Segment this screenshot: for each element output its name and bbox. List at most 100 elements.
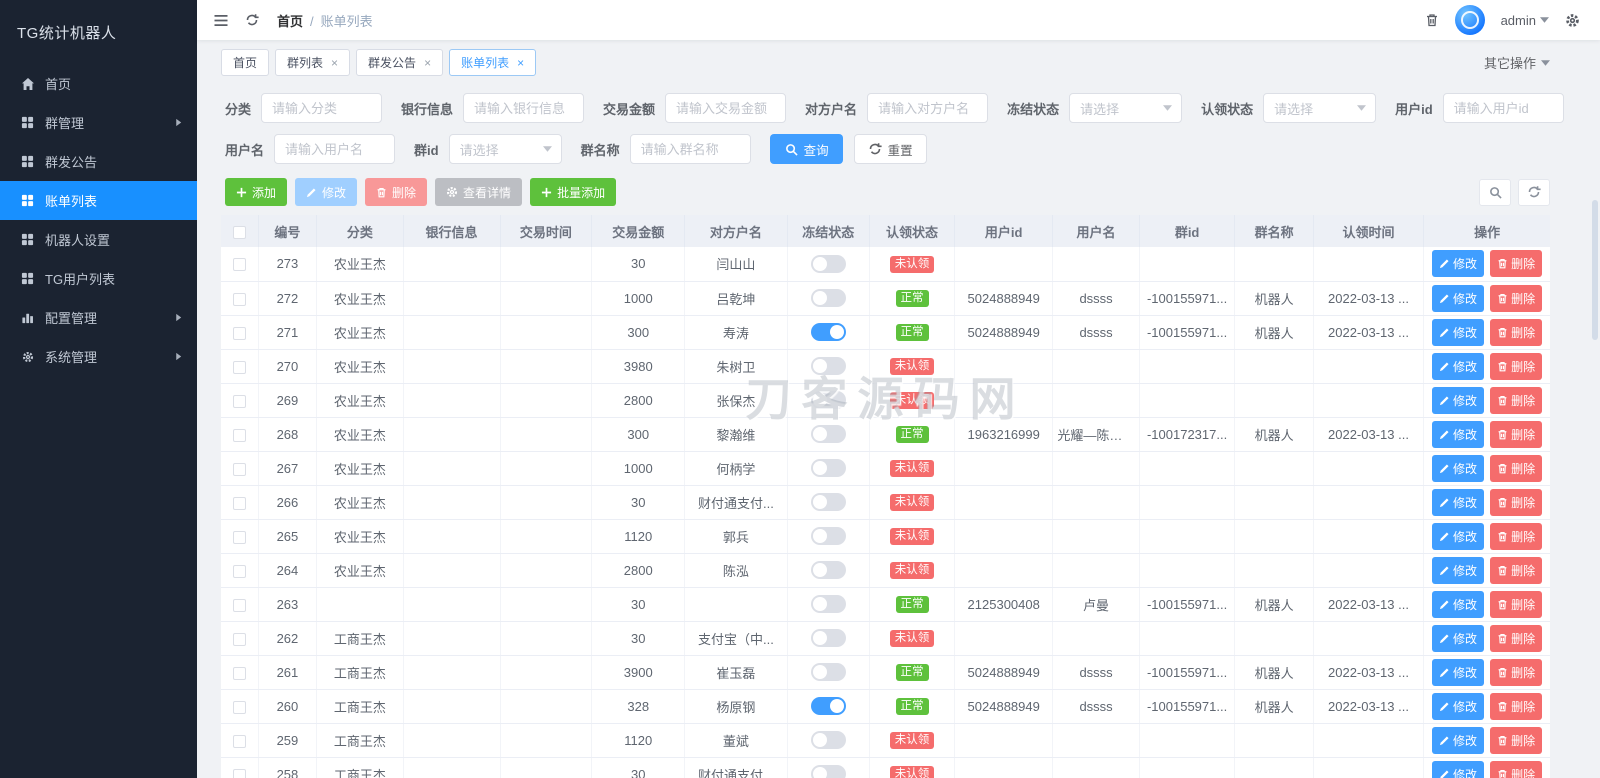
close-icon[interactable]: × (424, 57, 431, 69)
filter-input-群名称[interactable] (629, 134, 751, 164)
row-edit-button[interactable]: 修改 (1432, 250, 1485, 278)
batch-add-button[interactable]: 批量添加 (530, 178, 617, 206)
filter-input-分类[interactable] (261, 93, 383, 123)
row-edit-button[interactable]: 修改 (1432, 352, 1485, 380)
sidebar-item-配置管理[interactable]: 配置管理 (0, 298, 197, 337)
row-edit-button[interactable]: 修改 (1432, 760, 1485, 778)
row-edit-button[interactable]: 修改 (1432, 726, 1485, 754)
row-checkbox[interactable] (232, 598, 246, 612)
filter-input-交易金额[interactable] (665, 93, 787, 123)
filter-select-冻结状态[interactable]: 请选择 (1069, 93, 1183, 123)
frozen-toggle[interactable] (810, 629, 846, 647)
sidebar-item-首页[interactable]: 首页 (0, 64, 197, 103)
scrollbar[interactable] (1592, 200, 1598, 340)
avatar[interactable] (1454, 5, 1485, 35)
select-all-checkbox[interactable] (232, 225, 246, 239)
trash-icon[interactable] (1425, 13, 1439, 27)
tab-群列表[interactable]: 群列表 × (275, 49, 351, 76)
frozen-toggle[interactable] (810, 765, 846, 778)
frozen-toggle[interactable] (810, 357, 846, 375)
row-edit-button[interactable]: 修改 (1432, 386, 1485, 414)
filter-input-用户名[interactable] (274, 134, 396, 164)
row-delete-button[interactable]: 删除 (1490, 454, 1543, 482)
row-edit-button[interactable]: 修改 (1432, 556, 1485, 584)
row-checkbox[interactable] (232, 326, 246, 340)
row-edit-button[interactable]: 修改 (1432, 522, 1485, 550)
row-edit-button[interactable]: 修改 (1432, 624, 1485, 652)
close-icon[interactable]: × (517, 57, 524, 69)
filter-select-认领状态[interactable]: 请选择 (1263, 93, 1377, 123)
frozen-toggle[interactable] (810, 323, 846, 341)
row-checkbox[interactable] (232, 734, 246, 748)
row-checkbox[interactable] (232, 360, 246, 374)
edit-button[interactable]: 修改 (295, 178, 358, 206)
reset-button[interactable]: 重置 (853, 134, 927, 164)
row-delete-button[interactable]: 删除 (1490, 318, 1543, 346)
row-delete-button[interactable]: 删除 (1490, 488, 1543, 516)
sidebar-item-群发公告[interactable]: 群发公告 (0, 142, 197, 181)
row-delete-button[interactable]: 删除 (1490, 556, 1543, 584)
add-button[interactable]: 添加 (225, 178, 288, 206)
row-checkbox[interactable] (232, 292, 246, 306)
row-checkbox[interactable] (232, 462, 246, 476)
row-checkbox[interactable] (232, 496, 246, 510)
row-checkbox[interactable] (232, 700, 246, 714)
frozen-toggle[interactable] (810, 527, 846, 545)
gear-icon[interactable] (1565, 13, 1580, 28)
frozen-toggle[interactable] (810, 561, 846, 579)
row-delete-button[interactable]: 删除 (1490, 420, 1543, 448)
row-delete-button[interactable]: 删除 (1490, 250, 1543, 278)
row-checkbox[interactable] (232, 394, 246, 408)
row-checkbox[interactable] (232, 632, 246, 646)
hamburger-icon[interactable] (213, 14, 229, 27)
sidebar-item-TG用户列表[interactable]: TG用户列表 (0, 259, 197, 298)
row-delete-button[interactable]: 删除 (1490, 386, 1543, 414)
row-checkbox[interactable] (232, 258, 246, 272)
row-edit-button[interactable]: 修改 (1432, 488, 1485, 516)
row-delete-button[interactable]: 删除 (1490, 284, 1543, 312)
row-delete-button[interactable]: 删除 (1490, 760, 1543, 778)
filter-input-用户id[interactable] (1442, 93, 1564, 123)
row-edit-button[interactable]: 修改 (1432, 318, 1485, 346)
frozen-toggle[interactable] (810, 731, 846, 749)
filter-select-群id[interactable]: 请选择 (448, 134, 562, 164)
row-checkbox[interactable] (232, 564, 246, 578)
filter-input-对方户名[interactable] (867, 93, 989, 123)
view-detail-button[interactable]: 查看详情 (435, 178, 523, 206)
row-delete-button[interactable]: 删除 (1490, 658, 1543, 686)
refresh-icon-button[interactable] (1518, 178, 1550, 206)
row-edit-button[interactable]: 修改 (1432, 420, 1485, 448)
search-icon-button[interactable] (1479, 178, 1511, 206)
row-checkbox[interactable] (232, 768, 246, 778)
user-menu[interactable]: admin (1501, 13, 1549, 28)
row-delete-button[interactable]: 删除 (1490, 624, 1543, 652)
tab-群发公告[interactable]: 群发公告 × (356, 49, 444, 76)
frozen-toggle[interactable] (810, 493, 846, 511)
sidebar-item-账单列表[interactable]: 账单列表 (0, 181, 197, 220)
breadcrumb-home[interactable]: 首页 (277, 14, 303, 29)
tab-账单列表[interactable]: 账单列表 × (449, 49, 537, 76)
refresh-icon[interactable] (245, 13, 259, 27)
sidebar-item-群管理[interactable]: 群管理 (0, 103, 197, 142)
frozen-toggle[interactable] (810, 459, 846, 477)
close-icon[interactable]: × (331, 57, 338, 69)
sidebar-item-机器人设置[interactable]: 机器人设置 (0, 220, 197, 259)
frozen-toggle[interactable] (810, 595, 846, 613)
frozen-toggle[interactable] (810, 697, 846, 715)
search-button[interactable]: 查询 (769, 134, 843, 164)
row-delete-button[interactable]: 删除 (1490, 352, 1543, 380)
row-edit-button[interactable]: 修改 (1432, 454, 1485, 482)
frozen-toggle[interactable] (810, 254, 846, 273)
frozen-toggle[interactable] (810, 391, 846, 409)
frozen-toggle[interactable] (810, 425, 846, 443)
delete-button[interactable]: 删除 (365, 178, 428, 206)
tab-首页[interactable]: 首页 (221, 49, 270, 76)
row-edit-button[interactable]: 修改 (1432, 692, 1485, 720)
row-delete-button[interactable]: 删除 (1490, 522, 1543, 550)
row-edit-button[interactable]: 修改 (1432, 590, 1485, 618)
row-delete-button[interactable]: 删除 (1490, 590, 1543, 618)
filter-input-银行信息[interactable] (463, 93, 585, 123)
row-checkbox[interactable] (232, 666, 246, 680)
row-checkbox[interactable] (232, 530, 246, 544)
row-delete-button[interactable]: 删除 (1490, 692, 1543, 720)
